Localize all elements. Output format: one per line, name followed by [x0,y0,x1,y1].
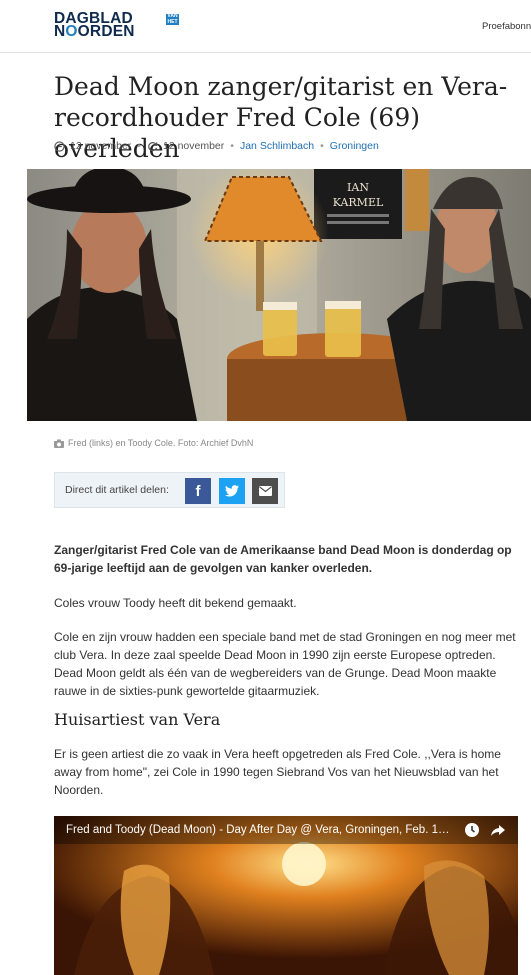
logo-van-het-badge: VAN HET [166,13,179,25]
article-paragraph-2: Cole en zijn vrouw hadden een speciale b… [54,630,516,698]
location-link[interactable]: Groningen [330,140,379,152]
meta-separator: • [230,140,234,152]
facebook-icon: f [195,482,201,500]
poster-line-2: KARMEL [333,196,384,209]
twitter-icon [225,485,239,497]
proefabonnement-link[interactable]: Proefabonne [482,21,531,32]
published-date: 12 november [70,140,132,152]
photo-caption: Fred (links) en Toody Cole. Foto: Archie… [54,438,253,448]
meta-separator: • [137,140,141,152]
article-paragraph-1: Coles vrouw Toody heeft dit bekend gemaa… [54,596,297,610]
meta-separator: • [320,140,324,152]
video-embed[interactable]: Fred and Toody (Dead Moon) - Day After D… [54,816,518,975]
facebook-share-button[interactable]: f [185,478,211,504]
poster-line-1: IAN [347,181,369,194]
share-box: Direct dit artikel delen: f [54,472,285,508]
video-title: Fred and Toody (Dead Moon) - Day After D… [66,824,454,836]
video-thumbnail [54,816,518,975]
logo-line-2: NOORDEN [54,23,135,40]
photo-illustration: IAN KARMEL [27,169,531,421]
author-link[interactable]: Jan Schlimbach [240,140,314,152]
caption-text: Fred (links) en Toody Cole. Foto: Archie… [68,438,254,448]
share-label: Direct dit artikel delen: [65,484,169,496]
article-lead: Zanger/gitarist Fred Cole van de Amerika… [54,543,512,575]
mail-share-button[interactable] [252,478,278,504]
site-header: DAGBLAD VAN HET NOORDEN Proefabonne [0,0,531,53]
watch-later-icon[interactable] [464,822,480,838]
mail-icon [258,486,272,496]
camera-icon [54,439,64,448]
article-paragraph-3: Er is geen artiest die zo vaak in Vera h… [54,747,501,797]
site-logo[interactable]: DAGBLAD VAN HET NOORDEN [54,11,179,40]
clock-icon [54,140,65,152]
twitter-share-button[interactable] [219,478,245,504]
share-arrow-icon[interactable] [490,822,506,838]
article-subheading: Huisartiest van Vera [54,710,221,729]
updated-date: 12 november [162,140,225,152]
article-meta: 12 november • 12 november • Jan Schlimba… [54,140,379,152]
article-photo: IAN KARMEL [27,169,531,421]
refresh-icon [148,141,158,151]
